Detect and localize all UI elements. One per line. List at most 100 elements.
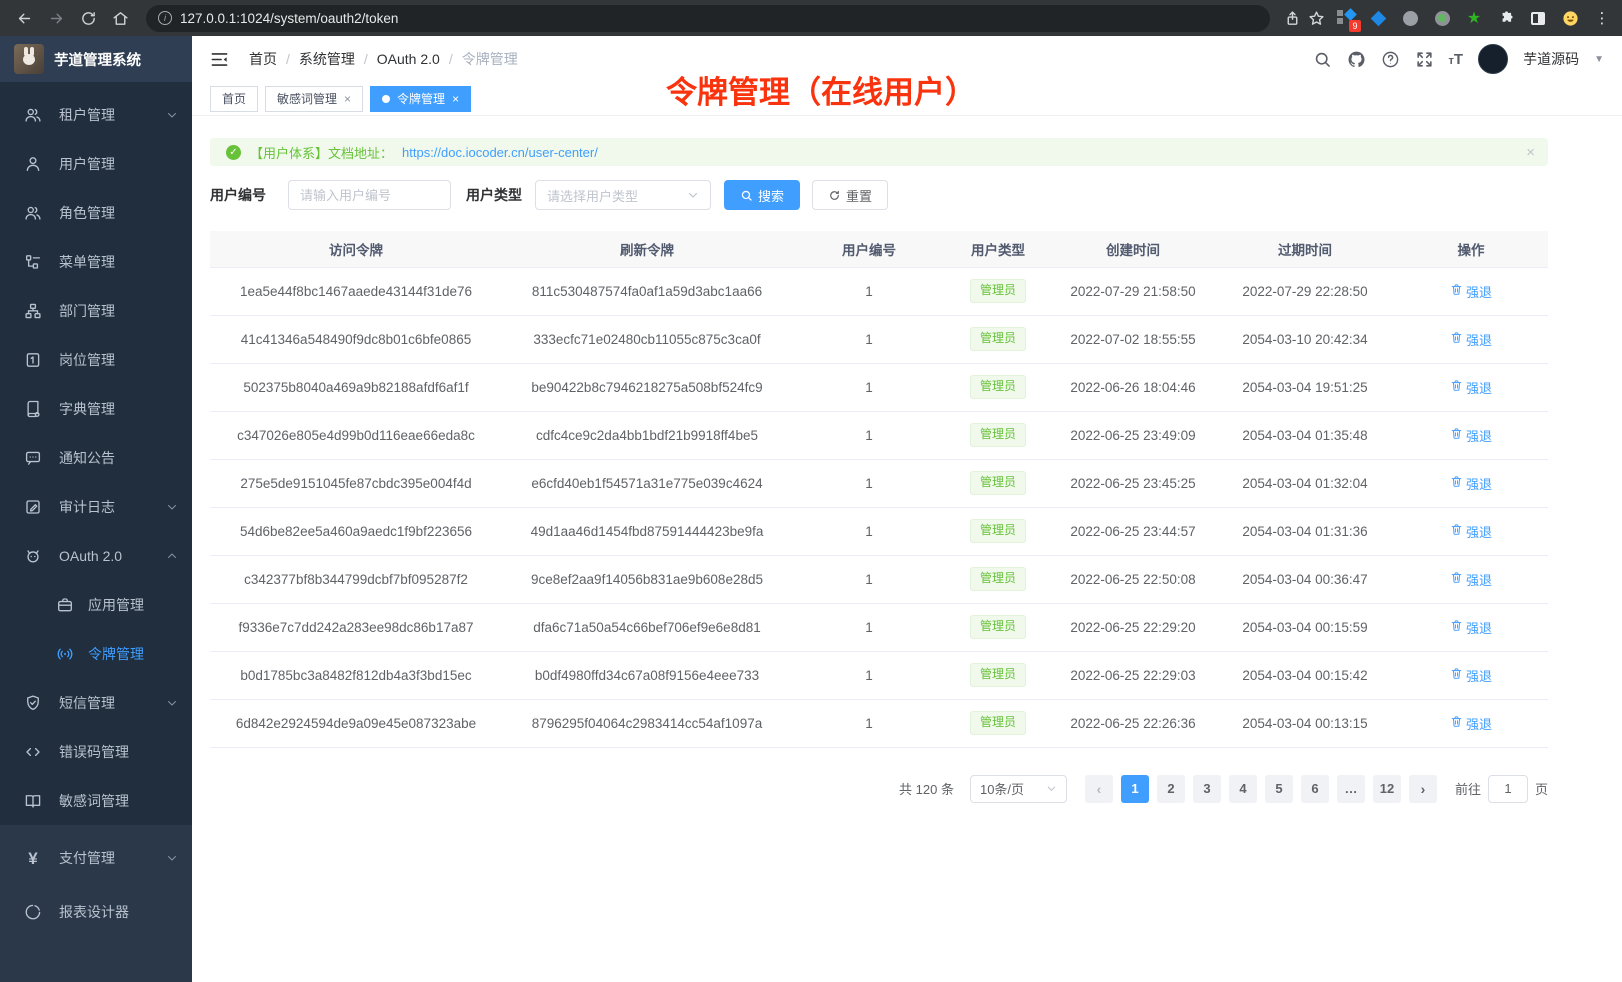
extensions-puzzle-icon[interactable] [1496, 8, 1516, 28]
font-size-icon[interactable]: тT [1449, 51, 1464, 68]
sidebar-item-dict[interactable]: 字典管理 [0, 384, 192, 433]
sidebar-item-tenant[interactable]: 租户管理 [0, 90, 192, 139]
sidebar-item-user[interactable]: 用户管理 [0, 139, 192, 188]
sidebar-item-menu[interactable]: 菜单管理 [0, 237, 192, 286]
users-icon [24, 204, 42, 222]
force-logout-button[interactable]: 强退 [1450, 474, 1492, 493]
sidebar-item-app[interactable]: 应用管理 [0, 580, 192, 629]
user-id-input[interactable] [288, 180, 451, 210]
page-button[interactable]: 2 [1157, 775, 1185, 803]
force-logout-button[interactable]: 强退 [1450, 426, 1492, 445]
user-type-badge: 管理员 [970, 711, 1026, 735]
github-icon[interactable] [1347, 50, 1366, 69]
yen-icon: ¥ [24, 849, 42, 867]
breadcrumb-item[interactable]: OAuth 2.0 [377, 51, 440, 67]
sidebar-item-label: 应用管理 [88, 595, 144, 615]
force-logout-button[interactable]: 强退 [1450, 570, 1492, 589]
browser-menu-icon[interactable]: ⋮ [1592, 8, 1612, 28]
open-book-icon [24, 792, 42, 810]
diamond-extension-icon[interactable] [1368, 8, 1388, 28]
page-button[interactable]: 1 [1121, 775, 1149, 803]
address-bar[interactable]: i 127.0.0.1:1024/system/oauth2/token [146, 5, 1270, 32]
tab-label: 敏感词管理 [277, 90, 337, 107]
page-button[interactable]: 6 [1301, 775, 1329, 803]
force-logout-button[interactable]: 强退 [1450, 378, 1492, 397]
page-button[interactable]: 4 [1229, 775, 1257, 803]
more-pages-button[interactable]: … [1337, 775, 1365, 803]
gray-extension-icon[interactable] [1400, 8, 1420, 28]
tab-token[interactable]: 令牌管理 × [370, 86, 471, 112]
sidebar-item-dept[interactable]: 部门管理 [0, 286, 192, 335]
page-button[interactable]: 3 [1193, 775, 1221, 803]
sidebar-item-role[interactable]: 角色管理 [0, 188, 192, 237]
chevron-down-icon[interactable]: ▼ [1594, 54, 1604, 65]
tab-close-icon[interactable]: × [452, 92, 459, 106]
home-icon[interactable] [106, 4, 134, 32]
back-icon[interactable] [10, 4, 38, 32]
green-dot-extension-icon[interactable] [1432, 8, 1452, 28]
app-title: 芋道管理系统 [54, 49, 141, 70]
search-button[interactable]: 搜索 [724, 180, 800, 210]
sidebar-item-sensitive-word[interactable]: 敏感词管理 [0, 776, 192, 825]
next-page-button[interactable]: › [1409, 775, 1437, 803]
tab-close-icon[interactable]: × [344, 92, 351, 106]
breadcrumb-item[interactable]: 首页 [249, 49, 277, 69]
forward-icon[interactable] [42, 4, 70, 32]
page-button[interactable]: 5 [1265, 775, 1293, 803]
sidebar: 芋道管理系统 租户管理 用户管理 角色管理 菜单管理 部门管理 岗位管理 字典管… [0, 36, 192, 982]
sidebar-item-audit-log[interactable]: 审计日志 [0, 482, 192, 531]
force-logout-button[interactable]: 强退 [1450, 666, 1492, 685]
user-type-badge: 管理员 [970, 615, 1026, 639]
user-id-label: 用户编号 [210, 185, 266, 205]
sidebar-item-oauth2[interactable]: OAuth 2.0 [0, 531, 192, 580]
green-star-extension-icon[interactable]: ★ [1464, 8, 1484, 28]
pinned-extension-icon[interactable]: 9 [1336, 8, 1356, 28]
reload-icon[interactable] [74, 4, 102, 32]
page-button[interactable]: 12 [1373, 775, 1401, 803]
split-view-icon[interactable] [1528, 8, 1548, 28]
sidebar-item-notice[interactable]: 通知公告 [0, 433, 192, 482]
sidebar-item-error-code[interactable]: 错误码管理 [0, 727, 192, 776]
force-logout-button[interactable]: 强退 [1450, 714, 1492, 733]
extension-icons: 9 ★ ⋮ [1336, 8, 1612, 28]
alert-close-icon[interactable]: × [1526, 144, 1535, 161]
url-text[interactable]: 127.0.0.1:1024/system/oauth2/token [180, 11, 398, 26]
tab-home[interactable]: 首页 [210, 86, 258, 112]
sidebar-item-token[interactable]: 令牌管理 [0, 629, 192, 678]
user-avatar[interactable] [1478, 44, 1508, 74]
collapse-menu-icon[interactable] [210, 50, 229, 69]
force-logout-button[interactable]: 强退 [1450, 282, 1492, 301]
user-type-select[interactable]: 请选择用户类型 [535, 180, 711, 210]
doc-link[interactable]: https://doc.iocoder.cn/user-center/ [402, 145, 598, 160]
sidebar-item-label: 令牌管理 [88, 644, 144, 664]
cell-refresh-token: be90422b8c7946218275a508bf524fc9 [502, 363, 792, 411]
fullscreen-icon[interactable] [1415, 50, 1434, 69]
force-logout-button[interactable]: 强退 [1450, 330, 1492, 349]
reset-button[interactable]: 重置 [812, 180, 888, 210]
chevron-down-icon [1046, 783, 1057, 794]
breadcrumb-item[interactable]: 系统管理 [299, 49, 355, 69]
force-logout-button[interactable]: 强退 [1450, 618, 1492, 637]
profile-avatar-icon[interactable] [1560, 8, 1580, 28]
force-logout-button[interactable]: 强退 [1450, 522, 1492, 541]
tab-sensitive-word[interactable]: 敏感词管理 × [265, 86, 363, 112]
share-icon[interactable] [1282, 8, 1302, 28]
user-name[interactable]: 芋道源码 [1523, 49, 1579, 69]
sidebar-item-pay[interactable]: ¥支付管理 [0, 831, 192, 885]
prev-page-button[interactable]: ‹ [1085, 775, 1113, 803]
pagination: 共 120 条 10条/页 ‹ 123456…12 › 前往 页 [210, 775, 1548, 803]
help-icon[interactable] [1381, 50, 1400, 69]
cell-expire-time: 2054-03-04 00:15:59 [1216, 603, 1394, 651]
sidebar-item-sms[interactable]: 短信管理 [0, 678, 192, 727]
goto-page-input[interactable] [1488, 775, 1528, 803]
goto-suffix: 页 [1535, 779, 1548, 798]
site-info-icon[interactable]: i [158, 11, 172, 25]
sidebar-item-post[interactable]: 岗位管理 [0, 335, 192, 384]
trash-icon [1450, 619, 1463, 635]
cell-user-id: 1 [792, 651, 946, 699]
user-type-badge: 管理员 [970, 375, 1026, 399]
sidebar-item-report-designer[interactable]: 报表设计器 [0, 885, 192, 939]
bookmark-star-icon[interactable] [1306, 8, 1326, 28]
page-size-select[interactable]: 10条/页 [970, 775, 1067, 803]
search-icon[interactable] [1313, 50, 1332, 69]
